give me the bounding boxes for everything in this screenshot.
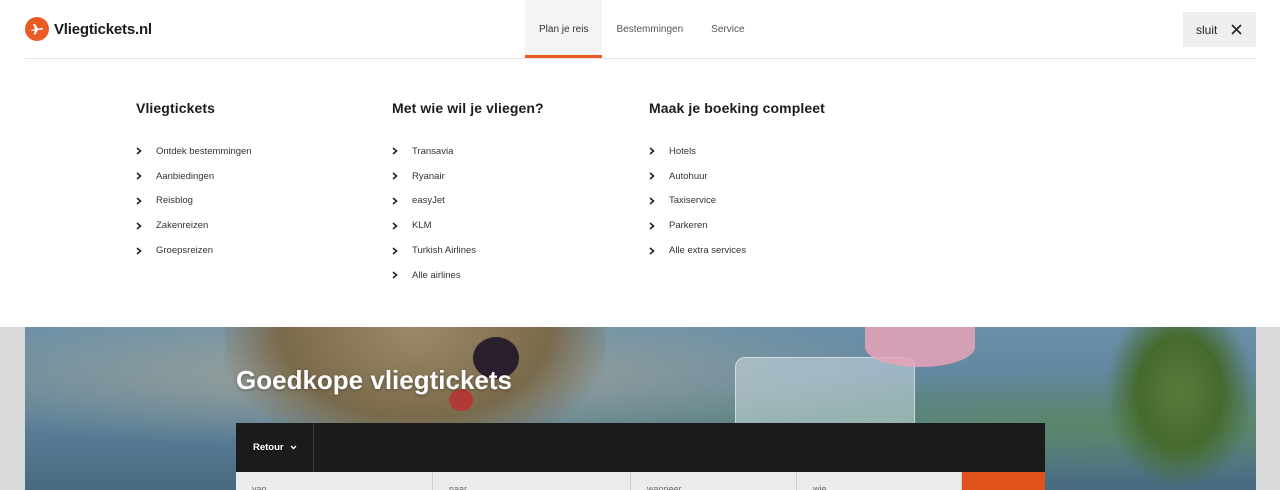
chevron-right-icon [392,222,412,230]
chevron-right-icon [649,197,669,205]
passengers-field[interactable]: wie [797,472,962,490]
search-form-header: Retour [236,423,1045,472]
plane-logo-icon [25,17,49,41]
menu-item-hotels[interactable]: Hotels [649,139,746,164]
menu-item-label: Ontdek bestemmingen [156,145,252,157]
chevron-right-icon [649,222,669,230]
site-header: Vliegtickets.nl Plan je reis Bestemminge… [0,0,1280,59]
menu-item-label: Parkeren [669,220,708,232]
nav-tab-bestemmingen[interactable]: Bestemmingen [602,0,697,58]
logo-text: Vliegtickets.nl [54,20,152,38]
menu-column-title: Maak je boeking compleet [649,100,825,116]
menu-column-title: Met wie wil je vliegen? [392,100,544,116]
flight-search-form: Retour van naar wanneer wie [236,423,1045,490]
menu-item-label: Taxiservice [669,195,716,207]
origin-field[interactable]: van [236,472,433,490]
menu-item-label: Transavia [412,145,454,157]
hero-decoration [1105,327,1255,490]
menu-item-parkeren[interactable]: Parkeren [649,213,746,238]
main-nav: Plan je reis Bestemmingen Service [525,0,759,58]
menu-item-label: Hotels [669,145,696,157]
chevron-right-icon [649,147,669,155]
search-fields-row: van naar wanneer wie [236,472,1045,490]
menu-item-turkish-airlines[interactable]: Turkish Airlines [392,238,476,263]
chevron-right-icon [649,246,669,255]
menu-list: Hotels Autohuur Taxiservice Parkeren All… [649,139,746,263]
menu-list: Ontdek bestemmingen Aanbiedingen Reisblo… [136,139,252,263]
close-label: sluit [1196,22,1218,37]
hero-title: Goedkope vliegtickets [236,365,512,395]
menu-item-alle-extra-services[interactable]: Alle extra services [649,238,746,263]
chevron-right-icon [136,172,156,180]
menu-column-title: Vliegtickets [136,100,216,116]
nav-tab-plan-je-reis[interactable]: Plan je reis [525,0,603,58]
menu-item-klm[interactable]: KLM [392,213,476,238]
menu-item-label: Groepsreizen [156,245,214,257]
menu-list: Transavia Ryanair easyJet KLM Turkish Ai… [392,139,476,288]
chevron-right-icon [136,197,156,205]
menu-item-taxiservice[interactable]: Taxiservice [649,189,746,214]
menu-item-autohuur[interactable]: Autohuur [649,164,746,189]
close-icon [1231,24,1242,35]
menu-item-label: KLM [412,220,432,232]
menu-item-label: Aanbiedingen [156,170,215,182]
menu-item-ryanair[interactable]: Ryanair [392,164,476,189]
menu-item-label: Turkish Airlines [412,245,477,257]
menu-item-zakenreizen[interactable]: Zakenreizen [136,213,252,238]
menu-item-label: Zakenreizen [156,220,209,232]
chevron-right-icon [136,246,156,255]
trip-type-select[interactable]: Retour [236,423,314,472]
chevron-right-icon [136,222,156,230]
destination-field[interactable]: naar [433,472,631,490]
hero-decoration [865,327,975,367]
close-menu-button[interactable]: sluit [1183,12,1256,47]
date-field[interactable]: wanneer [631,472,797,490]
mega-menu: Vliegtickets Ontdek bestemmingen Aanbied… [0,59,1280,327]
nav-tab-service[interactable]: Service [697,0,758,58]
hero-banner: Goedkope vliegtickets Retour van naar wa… [25,327,1256,490]
menu-item-reisblog[interactable]: Reisblog [136,189,252,214]
menu-item-label: Ryanair [412,170,445,182]
menu-item-label: easyJet [412,195,445,207]
chevron-right-icon [649,172,669,180]
chevron-right-icon [392,197,412,205]
menu-item-transavia[interactable]: Transavia [392,139,476,164]
trip-type-value: Retour [253,442,284,453]
menu-item-label: Alle airlines [412,269,461,281]
logo[interactable]: Vliegtickets.nl [25,17,152,41]
menu-item-label: Alle extra services [669,245,747,257]
menu-item-groepsreizen[interactable]: Groepsreizen [136,238,252,263]
chevron-right-icon [392,172,412,180]
menu-item-easyjet[interactable]: easyJet [392,189,476,214]
menu-item-alle-airlines[interactable]: Alle airlines [392,263,476,288]
menu-item-label: Autohuur [669,170,708,182]
chevron-right-icon [136,147,156,155]
chevron-right-icon [392,246,412,255]
menu-item-aanbiedingen[interactable]: Aanbiedingen [136,164,252,189]
page: Vliegtickets.nl Plan je reis Bestemminge… [0,0,1280,490]
chevron-down-icon [290,445,297,450]
chevron-right-icon [392,271,412,279]
chevron-right-icon [392,147,412,155]
search-button[interactable] [962,472,1045,490]
menu-item-label: Reisblog [156,195,193,207]
menu-item-ontdek-bestemmingen[interactable]: Ontdek bestemmingen [136,139,252,164]
